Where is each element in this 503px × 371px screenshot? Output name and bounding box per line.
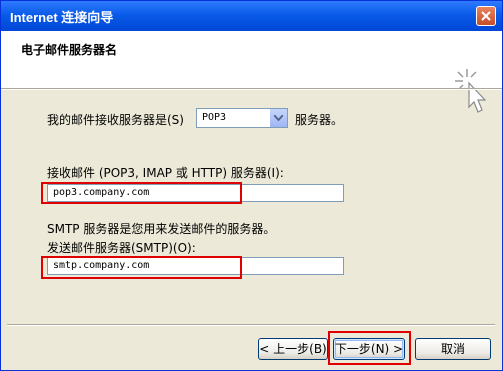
title-bar[interactable]: Internet 连接向导 bbox=[1, 1, 502, 31]
smtp-note: SMTP 服务器是您用来发送邮件的服务器。 bbox=[47, 222, 276, 236]
wizard-window: Internet 连接向导 电子邮件服务器名 我的邮件接收服务器是(S) POP… bbox=[0, 0, 503, 371]
footer-divider-highlight bbox=[7, 325, 495, 326]
outgoing-server-label: 发送邮件服务器(SMTP)(O): bbox=[47, 241, 196, 255]
incoming-server-type-value: POP3 bbox=[202, 112, 227, 123]
back-button[interactable]: < 上一步(B) bbox=[258, 338, 328, 360]
chevron-down-icon bbox=[274, 115, 283, 121]
incoming-server-value: pop3.company.com bbox=[53, 187, 150, 198]
incoming-server-input[interactable]: pop3.company.com bbox=[47, 184, 344, 202]
window-title: Internet 连接向导 bbox=[10, 10, 114, 25]
incoming-server-type-select[interactable]: POP3 bbox=[196, 108, 288, 128]
incoming-type-suffix: 服务器。 bbox=[295, 113, 344, 127]
dropdown-button[interactable] bbox=[269, 109, 287, 127]
close-button[interactable] bbox=[476, 6, 496, 26]
cancel-button[interactable]: 取消 bbox=[415, 338, 491, 360]
page-title: 电子邮件服务器名 bbox=[21, 43, 118, 57]
next-button[interactable]: 下一步(N) > bbox=[333, 338, 405, 360]
incoming-server-label: 接收邮件 (POP3, IMAP 或 HTTP) 服务器(I): bbox=[47, 166, 284, 180]
outgoing-server-input[interactable]: smtp.company.com bbox=[47, 257, 344, 275]
header-divider-highlight bbox=[1, 89, 502, 90]
wizard-cursor-icon bbox=[455, 69, 487, 113]
close-icon bbox=[481, 11, 491, 21]
incoming-type-label: 我的邮件接收服务器是(S) bbox=[47, 113, 184, 127]
outgoing-server-value: smtp.company.com bbox=[53, 260, 150, 271]
wizard-header: 电子邮件服务器名 bbox=[1, 31, 502, 113]
